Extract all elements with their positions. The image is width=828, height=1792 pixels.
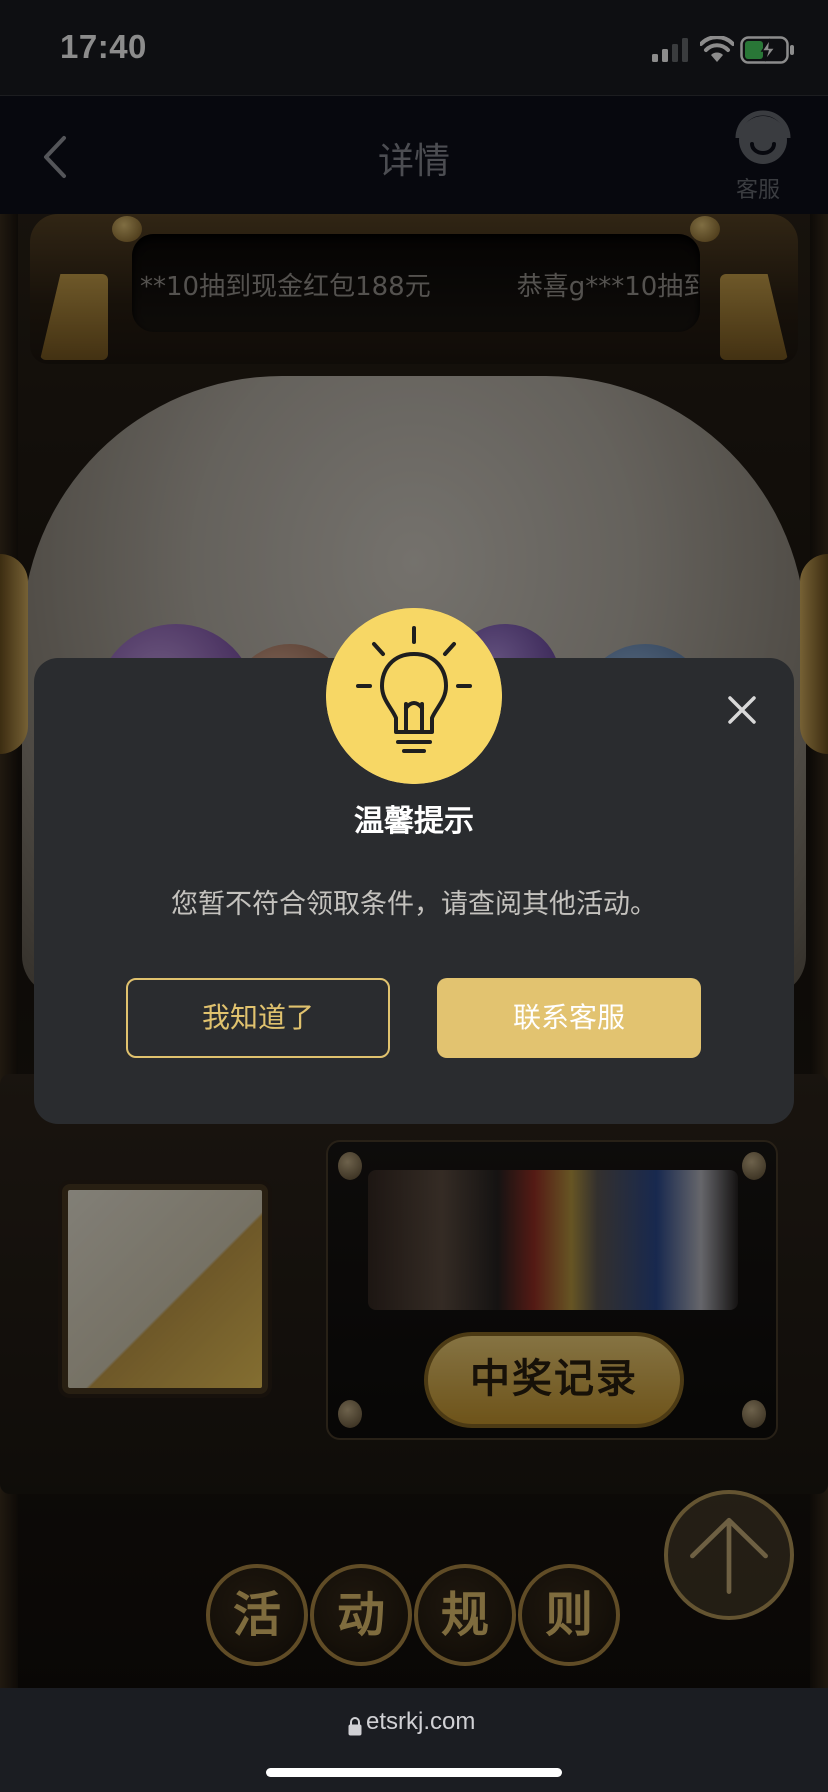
dialog-message: 您暂不符合领取条件，请查阅其他活动。	[171, 889, 657, 920]
lightbulb-icon	[326, 608, 502, 784]
close-icon[interactable]	[726, 694, 758, 726]
browser-url-bar[interactable]: etsrkj.com	[0, 1688, 828, 1792]
dialog-title: 温馨提示	[354, 804, 474, 839]
url-text: etsrkj.com	[366, 1708, 476, 1735]
lock-icon	[348, 1717, 362, 1736]
dismiss-button[interactable]: 我知道了	[126, 978, 390, 1058]
home-indicator[interactable]	[266, 1768, 562, 1777]
contact-service-button[interactable]: 联系客服	[437, 978, 701, 1058]
